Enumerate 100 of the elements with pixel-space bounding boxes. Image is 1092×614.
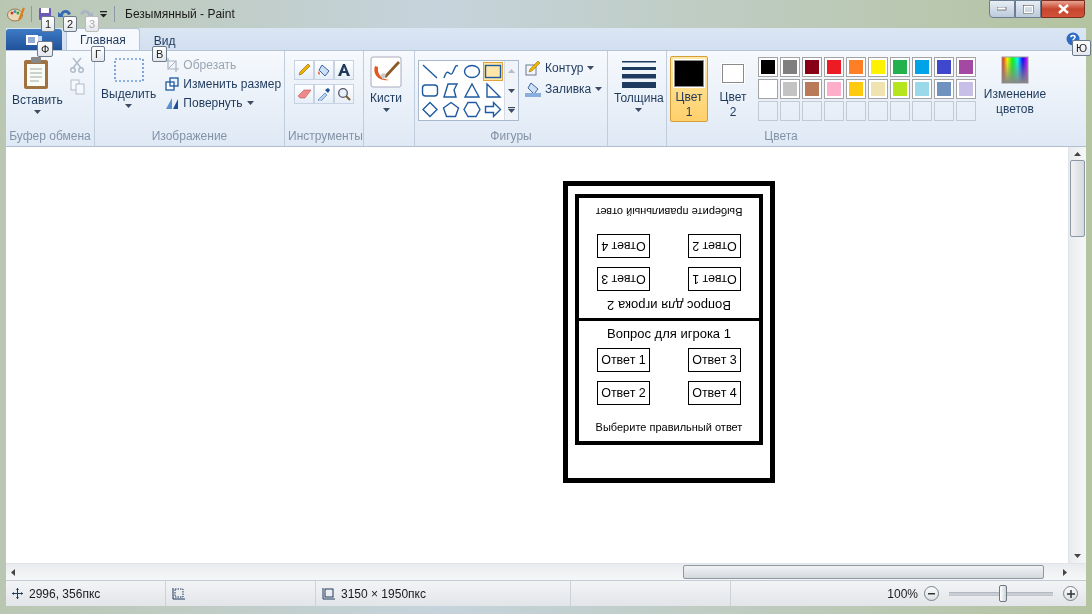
- rounded-rectangle-shape-icon[interactable]: [420, 81, 440, 100]
- palette-color[interactable]: [846, 79, 866, 99]
- size-button[interactable]: Толщина: [611, 54, 667, 114]
- brush-icon: [370, 56, 402, 88]
- palette-color[interactable]: [868, 79, 888, 99]
- diamond-shape-icon[interactable]: [420, 100, 440, 119]
- caret-icon: [382, 108, 390, 112]
- move-cursor-icon: [12, 588, 23, 599]
- plus-icon: [1066, 589, 1075, 598]
- close-icon: [1057, 4, 1069, 14]
- outline-button[interactable]: Контур: [523, 59, 605, 77]
- empty-color-slot[interactable]: [758, 101, 778, 121]
- edit-colors-button[interactable]: Изменение цветов: [982, 54, 1048, 119]
- palette-color[interactable]: [780, 57, 800, 77]
- ribbon-tab[interactable]: Главная: [66, 28, 140, 50]
- paint-palette-icon[interactable]: [7, 6, 25, 22]
- zoom-in-button[interactable]: [1063, 586, 1078, 601]
- palette-color[interactable]: [934, 57, 954, 77]
- scrollbar-thumb[interactable]: [683, 565, 1044, 579]
- dashed-rectangle-icon: [112, 56, 145, 84]
- keytip-tooltip: 2: [63, 16, 78, 32]
- expand-gallery-icon[interactable]: [508, 107, 515, 114]
- palette-color[interactable]: [890, 79, 910, 99]
- oval-shape-icon[interactable]: [462, 62, 482, 81]
- rectangle-shape-icon[interactable]: [483, 62, 503, 81]
- triangle-shape-icon[interactable]: [462, 81, 482, 100]
- minimize-button[interactable]: [989, 0, 1015, 18]
- color-slot-button[interactable]: Цвет 2: [714, 56, 752, 122]
- rotate-button[interactable]: Повернуть: [163, 95, 284, 111]
- hexagon-shape-icon[interactable]: [462, 100, 482, 119]
- rotate-icon: [165, 96, 180, 110]
- empty-color-slot[interactable]: [912, 101, 932, 121]
- palette-color[interactable]: [912, 79, 932, 99]
- customize-dropdown-icon[interactable]: [99, 10, 108, 18]
- empty-color-slot[interactable]: [780, 101, 800, 121]
- palette-color[interactable]: [956, 57, 976, 77]
- zoom-out-button[interactable]: [924, 586, 939, 601]
- palette-color[interactable]: [802, 79, 822, 99]
- canvas-size: 3150 × 1950пкс: [341, 586, 426, 601]
- scroll-right-icon[interactable]: [1063, 568, 1067, 576]
- eyedropper-icon: [317, 87, 331, 101]
- polygon-shape-icon[interactable]: [441, 81, 461, 100]
- arrow-shape-icon[interactable]: [483, 100, 503, 119]
- fill-button[interactable]: Заливка: [523, 80, 605, 98]
- minimize-icon: [997, 7, 1007, 11]
- window-title: Безымянный - Paint: [125, 7, 235, 21]
- palette-color[interactable]: [890, 57, 910, 77]
- palette-color[interactable]: [824, 79, 844, 99]
- eraser-tool[interactable]: [294, 84, 314, 104]
- paste-button[interactable]: Вставить: [9, 54, 66, 116]
- caret-icon: [125, 104, 133, 108]
- help-icon[interactable]: [1066, 32, 1080, 46]
- line-shape-icon[interactable]: [420, 62, 440, 81]
- group-label: Цвета: [763, 129, 799, 145]
- scrollbar-thumb[interactable]: [1070, 160, 1085, 237]
- pencil-tool[interactable]: [294, 60, 314, 80]
- empty-color-slot[interactable]: [802, 101, 822, 121]
- magnifier-tool[interactable]: [334, 84, 354, 104]
- caret-icon: [33, 110, 41, 114]
- empty-color-slot[interactable]: [956, 101, 976, 121]
- pentagon-shape-icon[interactable]: [441, 100, 461, 119]
- palette-color[interactable]: [868, 57, 888, 77]
- close-button[interactable]: [1041, 0, 1085, 18]
- brushes-button[interactable]: Кисти: [367, 54, 405, 114]
- palette-color[interactable]: [934, 79, 954, 99]
- scroll-up-icon[interactable]: [1074, 152, 1081, 156]
- palette-color[interactable]: [912, 57, 932, 77]
- answer-box: Ответ 4: [688, 381, 741, 405]
- palette-color[interactable]: [846, 57, 866, 77]
- minus-icon: [928, 592, 935, 595]
- maximize-button[interactable]: [1015, 0, 1041, 18]
- color-slot-button[interactable]: Цвет 1: [670, 56, 708, 122]
- horizontal-scrollbar[interactable]: [6, 563, 1086, 580]
- text-tool[interactable]: [334, 60, 354, 80]
- answer-box: Ответ 4: [597, 234, 650, 258]
- palette-color[interactable]: [824, 57, 844, 77]
- curve-shape-icon[interactable]: [441, 62, 461, 81]
- scroll-down-icon[interactable]: [508, 88, 515, 93]
- question-text: Вопрос для игрока 1: [607, 326, 731, 341]
- empty-color-slot[interactable]: [890, 101, 910, 121]
- empty-color-slot[interactable]: [868, 101, 888, 121]
- resize-button[interactable]: Изменить размер: [163, 76, 284, 92]
- scroll-down-icon[interactable]: [1074, 554, 1081, 558]
- palette-color[interactable]: [758, 57, 778, 77]
- color-picker-tool[interactable]: [314, 84, 334, 104]
- question-text: Вопрос для игрока 2: [607, 298, 731, 313]
- palette-color[interactable]: [956, 79, 976, 99]
- empty-color-slot[interactable]: [824, 101, 844, 121]
- zoom-level: 100%: [887, 586, 918, 601]
- palette-color[interactable]: [802, 57, 822, 77]
- canvas-size-icon: [322, 587, 335, 600]
- empty-color-slot[interactable]: [846, 101, 866, 121]
- palette-color[interactable]: [780, 79, 800, 99]
- line-thickness-icon: [621, 60, 656, 88]
- palette-color[interactable]: [758, 79, 778, 99]
- fill-bucket-tool[interactable]: [314, 60, 334, 80]
- right-triangle-shape-icon[interactable]: [483, 81, 503, 100]
- scroll-left-icon[interactable]: [11, 568, 15, 576]
- empty-color-slot[interactable]: [934, 101, 954, 121]
- vertical-scrollbar[interactable]: [1068, 147, 1086, 563]
